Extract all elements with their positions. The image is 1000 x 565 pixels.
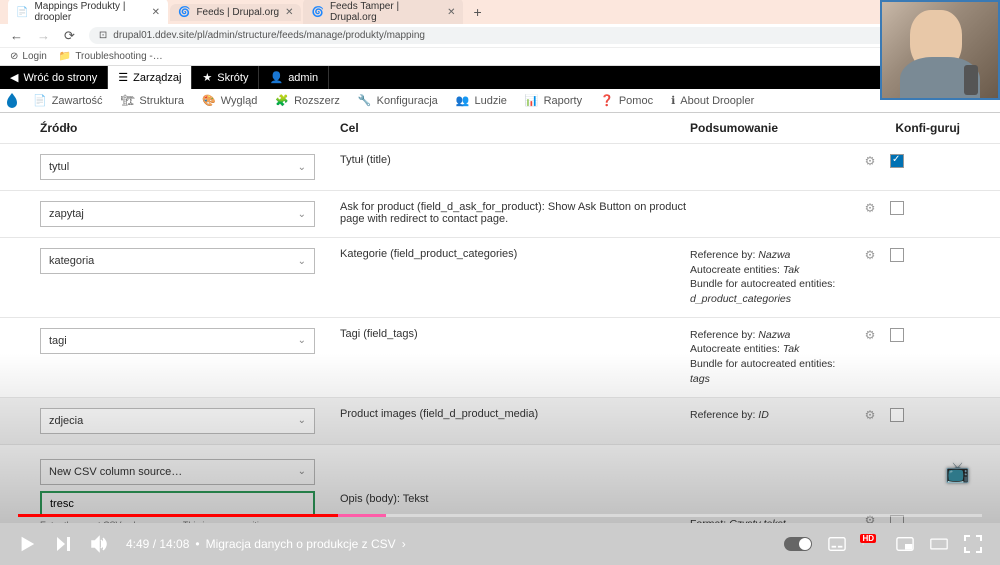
play-button[interactable] [18,535,36,553]
source-select[interactable]: kategoria⌄ [40,248,315,274]
sub-ludzie[interactable]: 👥 Ludzie [447,89,516,112]
video-progress[interactable] [18,514,982,517]
checkbox[interactable] [890,248,904,262]
source-select[interactable]: zapytaj⌄ [40,201,315,227]
tv-icon: 📺 [945,460,970,485]
close-icon[interactable]: ✕ [152,7,160,18]
fullscreen-button[interactable] [964,535,982,553]
webcam-overlay [880,0,1000,100]
gear-icon[interactable]: ⚙ [850,408,890,422]
close-icon[interactable]: ✕ [447,7,455,18]
settings-button[interactable]: HD [862,535,880,553]
summary-text: Reference by: NazwaAutocreate entities: … [690,328,850,387]
checkbox[interactable] [890,201,904,215]
bookmarks-bar: ⊘ Login 📁 Troubleshooting -… [0,48,1000,66]
sub-pomoc[interactable]: ❓ Pomoc [591,89,662,112]
sub-about[interactable]: ℹ About Droopler [662,89,763,112]
checkbox[interactable] [890,328,904,342]
toolbar-shortcuts[interactable]: ★ Skróty [192,66,259,89]
theater-button[interactable] [930,535,948,553]
col-summary: Podsumowanie [690,121,850,135]
new-source-input[interactable] [40,491,315,517]
col-source: Źródło [40,121,340,135]
chevron-down-icon: ⌄ [298,256,306,267]
mapping-row: tytul⌄ Tytuł (title) ⚙ [0,143,1000,190]
chevron-down-icon: ⌄ [298,335,306,346]
source-select[interactable]: tagi⌄ [40,328,315,354]
col-target: Cel [340,121,690,135]
sub-konfiguracja[interactable]: 🔧 Konfiguracja [349,89,447,112]
new-tab-button[interactable]: + [465,4,489,20]
toolbar-manage[interactable]: ☰ Zarządzaj [108,66,192,89]
sub-wyglad[interactable]: 🎨 Wygląd [193,89,266,112]
browser-navbar: ← → ⟳ ⊡drupal01.ddev.site/pl/admin/struc… [0,24,1000,48]
mapping-row: tagi⌄ Tagi (field_tags) Reference by: Na… [0,317,1000,397]
close-icon[interactable]: ✕ [285,7,293,18]
drupal-toolbar: ◀ Wróć do strony ☰ Zarządzaj ★ Skróty 👤 … [0,66,1000,89]
captions-button[interactable] [828,535,846,553]
url-bar[interactable]: ⊡drupal01.ddev.site/pl/admin/structure/f… [89,27,990,44]
volume-button[interactable] [90,535,108,553]
col-config: Konfi-guruj [850,121,960,135]
sub-struktura[interactable]: 🏗 Struktura [111,89,193,112]
tab-1[interactable]: 🌀Feeds | Drupal.org✕ [170,4,301,21]
mapping-table: Źródło Cel Podsumowanie Konfi-guruj tytu… [0,113,1000,523]
mapping-row: zdjecia⌄ Product images (field_d_product… [0,397,1000,444]
checkbox[interactable] [890,408,904,422]
drupal-logo-icon[interactable] [0,89,24,113]
chevron-right-icon: › [402,537,406,551]
target-label: Kategorie (field_product_categories) [340,248,690,260]
target-label: Product images (field_d_product_media) [340,408,690,420]
sub-rozszerz[interactable]: 🧩 Rozszerz [266,89,349,112]
chevron-down-icon: ⌄ [298,415,306,426]
checkbox[interactable] [890,154,904,168]
gear-icon[interactable]: ⚙ [850,201,890,215]
tab-2[interactable]: 🌀Feeds Tamper | Drupal.org✕ [303,0,463,24]
gear-icon[interactable]: ⚙ [850,154,890,168]
tab-0[interactable]: 📄Mappings Produkty | droopler✕ [8,0,168,24]
bookmark-login[interactable]: ⊘ Login [10,51,47,62]
new-source-select[interactable]: New CSV column source…⌄ [40,459,315,485]
target-label: Tytuł (title) [340,154,690,166]
mapping-row: zapytaj⌄ Ask for product (field_d_ask_fo… [0,190,1000,237]
sub-zawartosc[interactable]: 📄 Zawartość [24,89,111,112]
gear-icon[interactable]: ⚙ [850,328,890,342]
next-button[interactable] [54,535,72,553]
mapping-row-new: New CSV column source…⌄ Enter the exact … [0,444,1000,524]
browser-tabs: 📄Mappings Produkty | droopler✕ 🌀Feeds | … [0,0,1000,24]
video-time-title: 4:49 / 14:08•Migracja danych o produkcje… [126,537,406,551]
summary-text: Reference by: NazwaAutocreate entities: … [690,248,850,307]
gear-icon[interactable]: ⚙ [850,248,890,262]
video-controls: 4:49 / 14:08•Migracja danych o produkcje… [0,523,1000,565]
miniplayer-button[interactable] [896,535,914,553]
chevron-down-icon: ⌄ [298,466,306,477]
chevron-down-icon: ⌄ [298,209,306,220]
drupal-subtoolbar: 📄 Zawartość 🏗 Struktura 🎨 Wygląd 🧩 Rozsz… [0,89,1000,113]
source-select[interactable]: zdjecia⌄ [40,408,315,434]
summary-text: Reference by: ID [690,408,850,423]
chevron-down-icon: ⌄ [298,162,306,173]
target-label: Ask for product (field_d_ask_for_product… [340,201,690,225]
toolbar-back[interactable]: ◀ Wróć do strony [0,66,108,89]
table-header: Źródło Cel Podsumowanie Konfi-guruj [0,113,1000,143]
mapping-row: kategoria⌄ Kategorie (field_product_cate… [0,237,1000,317]
reload-button[interactable]: ⟳ [64,28,75,44]
sub-raporty[interactable]: 📊 Raporty [516,89,591,112]
toolbar-user[interactable]: 👤 admin [259,66,329,89]
target-label: Tagi (field_tags) [340,328,690,340]
autoplay-toggle[interactable] [784,537,812,551]
bookmark-trouble[interactable]: 📁 Troubleshooting -… [59,51,163,62]
back-button[interactable]: ← [10,28,23,43]
target-label: Opis (body): Tekst [340,459,690,505]
source-select[interactable]: tytul⌄ [40,154,315,180]
forward-button[interactable]: → [37,28,50,43]
microphone-icon [964,65,978,95]
